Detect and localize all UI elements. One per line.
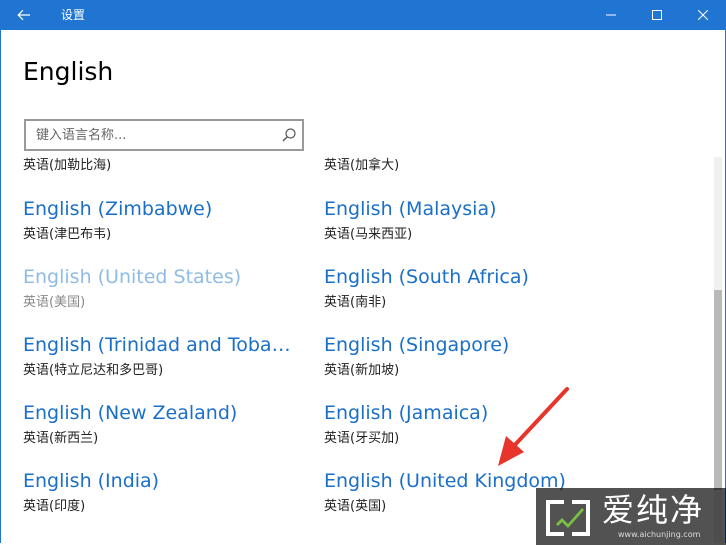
language-native-name: 英语(牙买加) [324, 431, 400, 446]
list-item[interactable]: 英语(加勒比海) [23, 157, 313, 189]
list-item[interactable]: English (Zimbabwe) 英语(津巴布韦) [23, 196, 313, 258]
language-name: English (Singapore) [324, 334, 510, 356]
minimize-icon [606, 14, 616, 16]
list-item[interactable]: 英语(加拿大) [324, 157, 614, 189]
language-native-name: 英语(印度) [23, 499, 86, 514]
list-item[interactable]: English (South Africa) 英语(南非) [324, 264, 614, 326]
language-name: English (Jamaica) [324, 402, 489, 424]
close-button[interactable] [680, 0, 726, 30]
language-native-name: 英语(新西兰) [23, 431, 99, 446]
language-native-name: 英语(津巴布韦) [23, 227, 112, 242]
search-input[interactable] [26, 121, 276, 149]
list-item[interactable]: English (India) 英语(印度) [23, 468, 313, 530]
list-item[interactable]: English (Trinidad and Tobago) 英语(特立尼达和多巴… [23, 332, 313, 394]
title-bar: 设置 [0, 0, 726, 30]
language-list[interactable]: 英语(加勒比海) 英语(加拿大) English (Zimbabwe) 英语(津… [0, 157, 712, 543]
list-item[interactable]: English (Singapore) 英语(新加坡) [324, 332, 614, 394]
page-title: English [23, 57, 114, 86]
language-name: English (United States) [23, 266, 242, 288]
language-name: English (Malaysia) [324, 198, 497, 220]
language-native-name: 英语(加拿大) [324, 158, 400, 173]
language-name: English (Zimbabwe) [23, 198, 213, 220]
language-name: English (Trinidad and Tobago) [23, 334, 293, 356]
watermark-text: 爱纯净 [602, 491, 705, 529]
close-icon [698, 10, 708, 20]
watermark-emblem-icon [546, 500, 590, 536]
language-name: English (South Africa) [324, 266, 529, 288]
language-native-name: 英语(特立尼达和多巴哥) [23, 363, 164, 378]
search-icon[interactable] [280, 126, 298, 144]
minimize-button[interactable] [588, 0, 634, 30]
language-name: English (New Zealand) [23, 402, 238, 424]
window-title: 设置 [61, 8, 86, 22]
list-item[interactable]: English (New Zealand) 英语(新西兰) [23, 400, 313, 462]
back-arrow-icon [17, 9, 30, 21]
search-box[interactable] [24, 119, 304, 151]
language-name: English (India) [23, 470, 160, 492]
language-native-name: 英语(马来西亚) [324, 227, 413, 242]
back-button[interactable] [0, 0, 48, 30]
watermark-logo: 爱纯净 www.aichunjing.com [536, 488, 726, 545]
list-item[interactable]: English (Jamaica) 英语(牙买加) [324, 400, 614, 462]
list-item-disabled: English (United States) 英语(美国) [23, 264, 313, 326]
watermark-url: www.aichunjing.com [618, 530, 701, 539]
list-item[interactable]: English (Malaysia) 英语(马来西亚) [324, 196, 614, 258]
language-native-name: 英语(加勒比海) [23, 158, 112, 173]
language-native-name: 英语(新加坡) [324, 363, 400, 378]
maximize-button[interactable] [634, 0, 680, 30]
language-native-name: 英语(英国) [324, 499, 387, 514]
language-native-name: 英语(美国) [23, 295, 86, 310]
maximize-icon [652, 10, 662, 20]
scrollbar-thumb[interactable] [714, 290, 722, 490]
language-native-name: 英语(南非) [324, 295, 387, 310]
